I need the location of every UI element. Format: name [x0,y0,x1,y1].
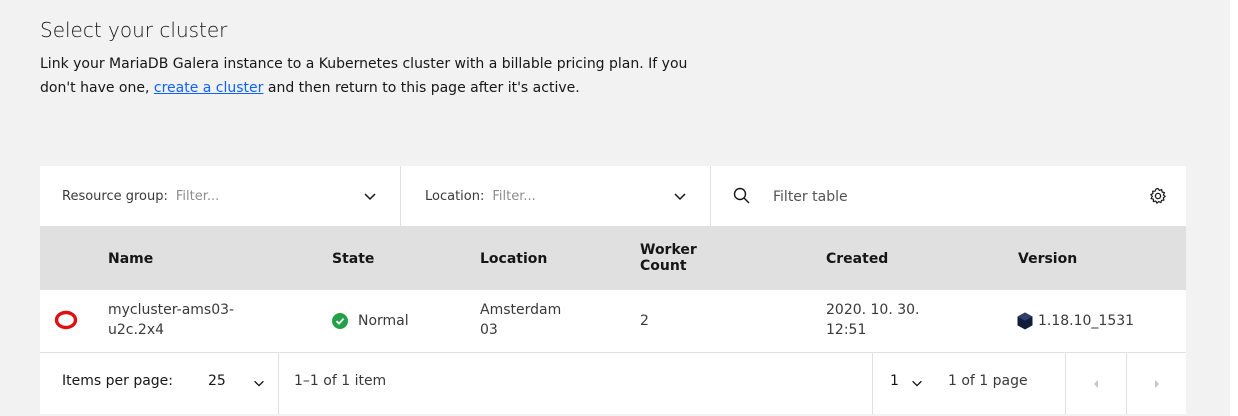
page-title: Select your cluster [40,18,228,42]
created-value: 2020. 10. 30. 12:51 [826,300,920,340]
resource-group-label: Resource group: [62,188,168,204]
chevron-down-icon [674,193,686,201]
cluster-name-line1: mycluster-ams03- [108,302,235,318]
caret-left-icon [1094,380,1098,388]
created-line1: 2020. 10. 30. [826,302,920,318]
column-header-version: Version [1018,251,1078,267]
version-value: 1.18.10_1531 [1038,313,1135,329]
pagination-divider [872,353,873,414]
location-line1: Amsterdam [480,302,562,318]
chevron-down-icon[interactable] [910,376,924,390]
gear-icon[interactable] [1149,187,1167,205]
cluster-table: Resource group: Filter... Location: Filt… [40,166,1186,414]
cluster-selection-panel: Select your cluster Link your MariaDB Ga… [0,0,1230,416]
previous-page-button[interactable] [1066,353,1126,414]
pagination: Items per page: 25 1–1 of 1 item 1 1 of … [40,353,1186,414]
search-input[interactable] [771,182,1115,212]
state-value: Normal [358,313,409,329]
description: Link your MariaDB Galera instance to a K… [40,52,700,100]
cluster-name-line2: u2c.2x4 [108,322,165,338]
items-per-page-select[interactable]: 25 [208,373,226,389]
column-header-location: Location [480,251,548,267]
location-line2: 03 [480,322,498,338]
resource-group-filter[interactable]: Resource group: Filter... [40,166,400,226]
search-icon [733,187,750,204]
chevron-down-icon[interactable] [252,376,266,390]
table-row[interactable]: mycluster-ams03- u2c.2x4 Normal Amsterda… [40,290,1186,353]
location-placeholder: Filter... [492,188,536,204]
resource-group-placeholder: Filter... [175,188,220,204]
worker-count-value: 2 [640,313,649,329]
items-per-page-label: Items per page: [62,373,174,389]
created-line2: 12:51 [826,322,867,338]
checkmark-circle-icon [332,313,348,329]
chevron-down-icon [364,193,376,201]
kubernetes-icon [1017,312,1033,330]
create-cluster-link[interactable]: create a cluster [154,80,264,96]
openshift-logo-icon [54,310,78,330]
page-select[interactable]: 1 [890,373,899,389]
description-text-end: and then return to this page after it's … [263,80,580,96]
cluster-name[interactable]: mycluster-ams03- u2c.2x4 [108,300,234,340]
column-header-state: State [332,251,375,267]
table-toolbar: Resource group: Filter... Location: Filt… [40,166,1186,227]
table-header: Name State Location Worker Count Created… [40,227,1186,290]
pagination-divider [278,353,279,414]
location-value: Amsterdam 03 [480,300,561,340]
column-header-worker-count: Worker Count [640,242,697,274]
column-header-created: Created [826,251,889,267]
page-count: 1 of 1 page [948,373,1028,389]
worker-count-line1: Worker [640,242,697,258]
caret-right-icon [1155,380,1159,388]
worker-count-line2: Count [640,258,687,274]
table-search [710,166,1187,226]
location-filter[interactable]: Location: Filter... [400,166,710,226]
location-label: Location: [425,188,485,204]
column-header-name: Name [108,251,154,267]
next-page-button[interactable] [1127,353,1187,414]
pagination-range: 1–1 of 1 item [294,373,387,389]
